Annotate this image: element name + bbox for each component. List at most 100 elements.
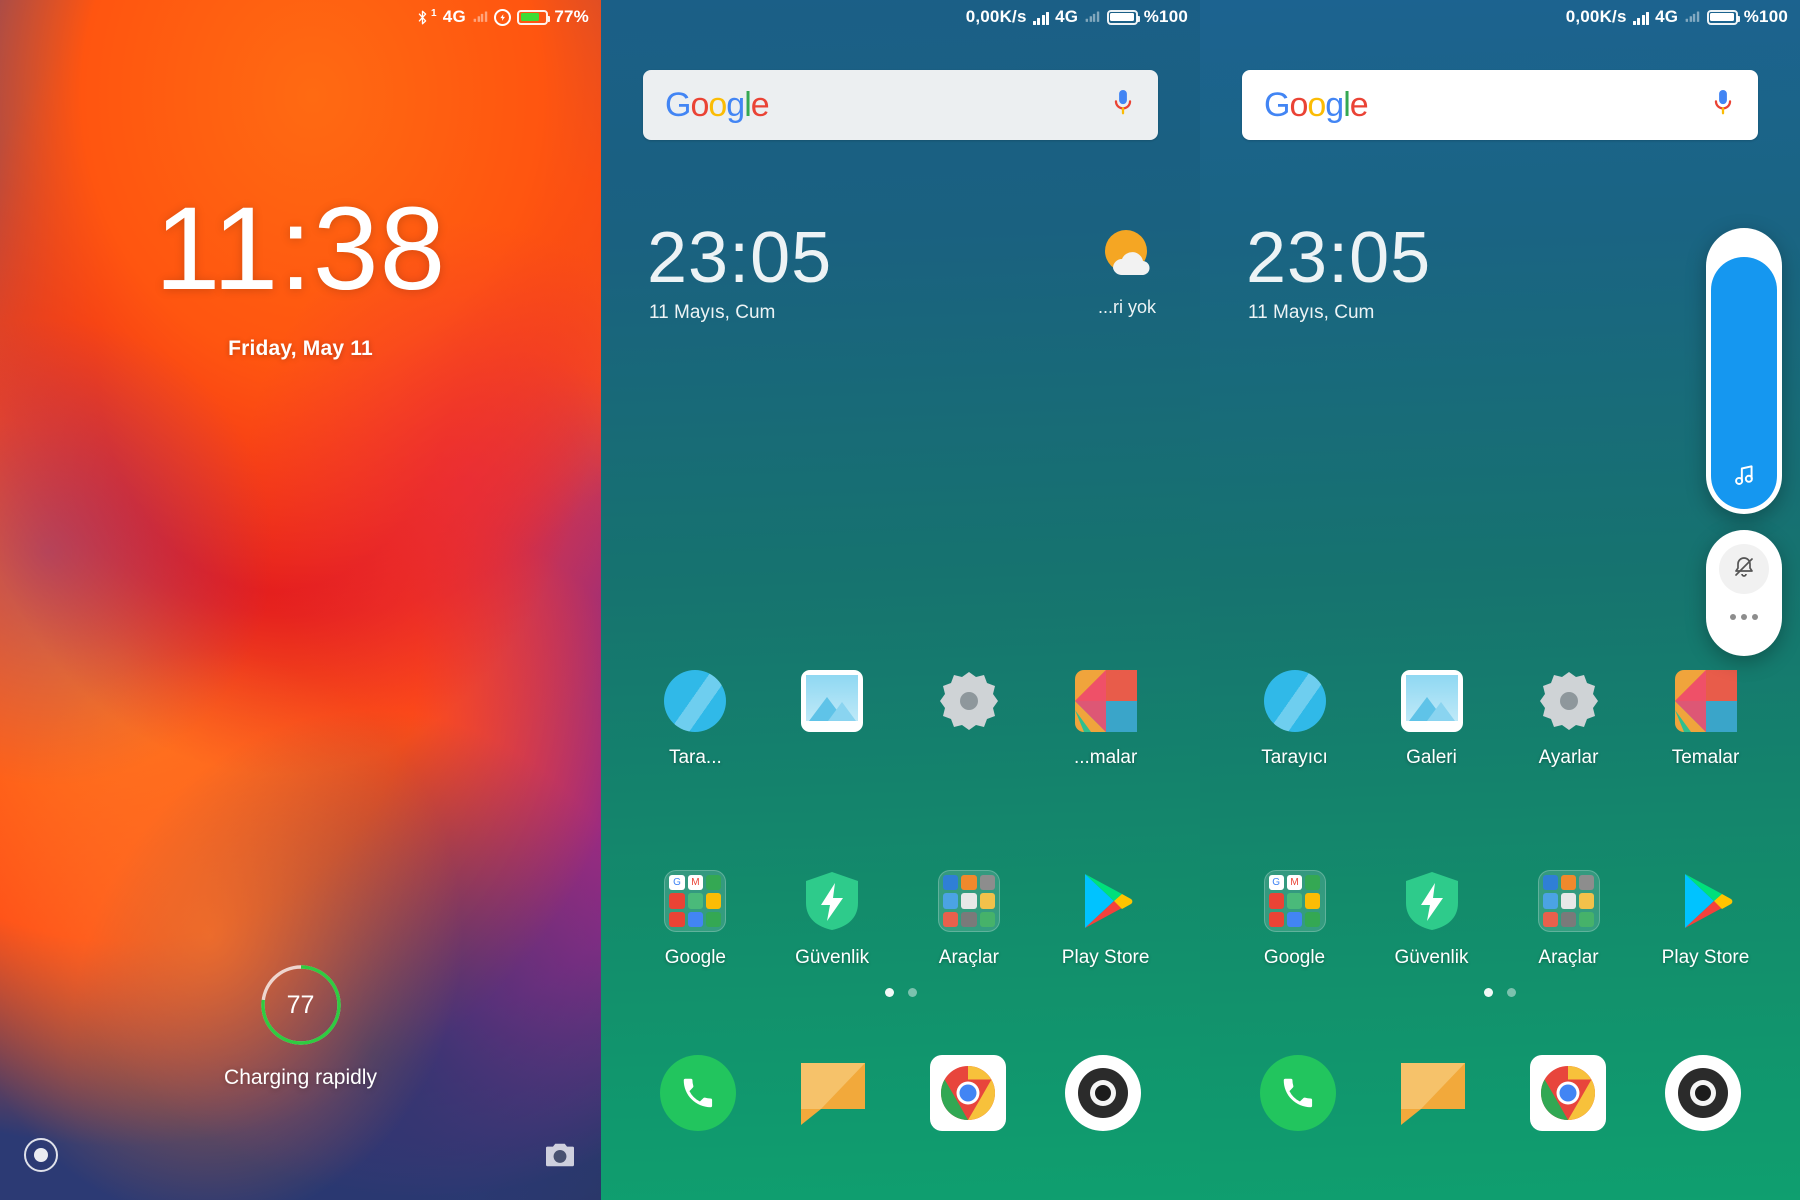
- app-google-folder[interactable]: GM Google: [636, 870, 754, 969]
- app-security[interactable]: Güvenlik: [1373, 870, 1491, 969]
- app-browser[interactable]: Tarayıcı: [1236, 670, 1354, 769]
- app-tools-folder[interactable]: Araçlar: [1510, 870, 1628, 969]
- app-label: Tara...: [668, 747, 722, 768]
- settings-icon: [938, 670, 1000, 732]
- home-wallpaper: [601, 0, 1200, 1200]
- sun-cloud-icon: [1105, 230, 1150, 276]
- themes-icon: [1074, 670, 1137, 732]
- dock: [601, 1055, 1200, 1131]
- google-logo: Google: [1264, 85, 1369, 124]
- silent-toggle-button[interactable]: [1719, 544, 1769, 594]
- signal-bars-icon-secondary: [1085, 11, 1100, 22]
- network-speed-label: 0,00K/s: [965, 7, 1027, 26]
- app-label: ...malar: [1073, 747, 1138, 768]
- bell-slash-icon: [1732, 555, 1756, 584]
- messages-icon[interactable]: [1395, 1055, 1471, 1131]
- app-gallery[interactable]: [773, 670, 891, 769]
- app-tools-folder[interactable]: Araçlar: [910, 870, 1028, 969]
- battery-percent-label: %100: [1143, 7, 1188, 26]
- network-speed-label: 0,00K/s: [1565, 7, 1627, 26]
- app-label: Google: [664, 947, 727, 968]
- battery-icon: [1706, 9, 1740, 25]
- network-type-label: 4G: [1655, 7, 1679, 26]
- phone-icon[interactable]: [660, 1055, 737, 1131]
- page-dot-active[interactable]: [884, 988, 894, 997]
- google-search-bar[interactable]: Google: [1242, 70, 1758, 140]
- lockscreen-clock: 11:38: [154, 183, 447, 315]
- more-dots-icon[interactable]: [1730, 614, 1758, 620]
- app-browser[interactable]: Tara...: [636, 670, 754, 769]
- chrome-icon[interactable]: [1529, 1055, 1606, 1131]
- app-row-2: GM Google Güvenlik Araçlar Play Store: [1200, 870, 1800, 969]
- app-settings[interactable]: [910, 670, 1028, 769]
- microphone-icon[interactable]: [1110, 87, 1136, 124]
- camera-icon[interactable]: [1664, 1055, 1741, 1131]
- battery-percent-label: 77%: [554, 7, 589, 26]
- signal-bars-icon: [473, 11, 487, 22]
- tools-folder-icon: [937, 870, 1000, 932]
- google-search-bar[interactable]: Google: [643, 70, 1158, 140]
- security-shield-icon: [1401, 870, 1463, 932]
- app-label: Tarayıcı: [1261, 747, 1328, 768]
- lockscreen-status-bar: 1 4G 77%: [0, 0, 601, 34]
- mini-volume-slider[interactable]: [1706, 228, 1782, 514]
- app-google-folder[interactable]: GM Google: [1236, 870, 1354, 969]
- app-play-store[interactable]: Play Store: [1047, 870, 1165, 969]
- app-label: Araçlar: [938, 947, 999, 968]
- battery-ring-value: 77: [286, 990, 315, 1019]
- home-clock[interactable]: 23:05: [1246, 222, 1431, 294]
- gallery-icon: [1400, 670, 1463, 732]
- browser-icon: [1263, 670, 1326, 732]
- settings-icon: [1538, 670, 1600, 732]
- charging-bolt-icon: [494, 8, 512, 26]
- battery-ring-widget: 77 Charging rapidly: [0, 962, 601, 1090]
- camera-shutter-icon[interactable]: [24, 1138, 58, 1172]
- chrome-icon[interactable]: [929, 1055, 1006, 1131]
- bluetooth-badge: 1: [431, 7, 437, 19]
- page-dot-active[interactable]: [1484, 988, 1493, 997]
- app-label: Temalar: [1671, 747, 1740, 768]
- page-dot[interactable]: [1507, 988, 1516, 997]
- screenshot-composite: 1 4G 77% 11:38 Friday, May 11 77 Chargin…: [0, 0, 1800, 1200]
- page-indicator: [1200, 988, 1800, 997]
- battery-icon: [1106, 9, 1140, 25]
- home-clock[interactable]: 23:05: [647, 222, 832, 294]
- phone-icon[interactable]: [1259, 1055, 1336, 1131]
- home-date[interactable]: 11 Mayıs, Cum: [1248, 302, 1374, 324]
- app-themes[interactable]: Temalar: [1647, 670, 1765, 769]
- music-note-icon: [1706, 462, 1782, 488]
- weather-widget[interactable]: ...ri yok: [1096, 228, 1158, 318]
- app-settings[interactable]: Ayarlar: [1510, 670, 1628, 769]
- mini-volume-buttons: [1706, 530, 1782, 656]
- home-status-bar: 0,00K/s 4G %100: [1200, 0, 1800, 34]
- security-shield-icon: [801, 870, 863, 932]
- google-folder-icon: GM: [1263, 870, 1326, 932]
- gallery-icon: [801, 670, 864, 732]
- browser-icon: [664, 670, 727, 732]
- battery-percent-label: %100: [1743, 7, 1788, 26]
- app-security[interactable]: Güvenlik: [773, 870, 891, 969]
- network-type-label: 4G: [442, 7, 466, 26]
- page-indicator: [601, 988, 1200, 997]
- microphone-icon[interactable]: [1710, 87, 1736, 124]
- charging-status-label: Charging rapidly: [224, 1066, 377, 1089]
- app-label: Galeri: [1406, 747, 1457, 768]
- app-label: Ayarlar: [1538, 747, 1599, 768]
- dock: [1200, 1055, 1800, 1131]
- camera-icon[interactable]: [1064, 1055, 1141, 1131]
- play-store-icon: [1675, 870, 1737, 932]
- app-label: Google: [1263, 947, 1326, 968]
- home-screen-mini-volume-panel: 0,00K/s 4G %100 Google 23:05 11 Mayıs, C…: [1200, 0, 1800, 1200]
- messages-icon[interactable]: [795, 1055, 871, 1131]
- app-play-store[interactable]: Play Store: [1647, 870, 1765, 969]
- signal-bars-icon-secondary: [1685, 11, 1700, 22]
- page-dot[interactable]: [907, 988, 917, 997]
- camera-icon[interactable]: [543, 1141, 577, 1174]
- app-label: Play Store: [1661, 947, 1750, 968]
- app-themes[interactable]: ...malar: [1047, 670, 1165, 769]
- google-logo: Google: [665, 85, 770, 124]
- home-date[interactable]: 11 Mayıs, Cum: [649, 302, 775, 324]
- network-type-label: 4G: [1055, 7, 1079, 26]
- app-label: Araçlar: [1538, 947, 1599, 968]
- app-gallery[interactable]: Galeri: [1373, 670, 1491, 769]
